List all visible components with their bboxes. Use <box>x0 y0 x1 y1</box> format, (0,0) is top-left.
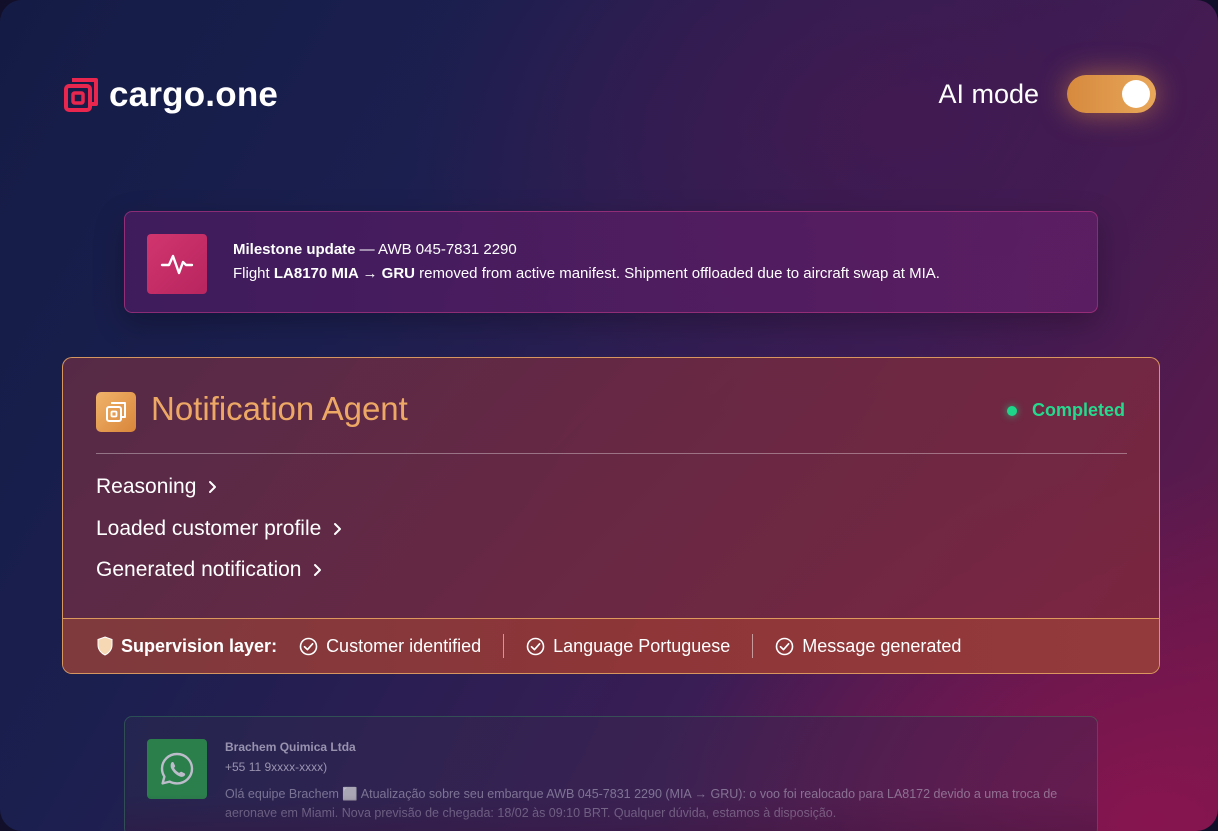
whatsapp-message-card: Brachem Quimica Ltda +55 11 9xxxx-xxxx) … <box>124 716 1098 831</box>
logo: cargo.one <box>62 75 278 115</box>
ai-mode-toggle[interactable] <box>1067 75 1156 113</box>
check-label: Message generated <box>802 635 962 656</box>
logo-text: cargo.one <box>109 75 279 114</box>
milestone-separator: — <box>355 241 379 258</box>
check-circle-icon <box>299 637 318 655</box>
separator <box>752 634 754 658</box>
divider <box>96 453 1127 454</box>
check-message-generated: Message generated <box>775 636 961 657</box>
shield-icon <box>97 636 113 656</box>
pulse-icon <box>147 234 207 294</box>
chevron-right-icon <box>334 523 342 535</box>
reasoning-label: Reasoning <box>96 475 197 498</box>
supervision-label: Supervision layer: <box>96 636 277 657</box>
milestone-suffix: removed from active manifest. Shipment o… <box>415 265 940 282</box>
customer-profile-label: Loaded customer profile <box>96 517 322 540</box>
generated-notification-row[interactable]: Generated notification <box>96 558 325 582</box>
cargo-one-logo-icon <box>64 78 98 112</box>
check-language: Language Portuguese <box>526 636 730 657</box>
agent-icon <box>96 392 136 432</box>
milestone-title: Milestone update <box>233 241 356 258</box>
milestone-awb: AWB 045-7831 2290 <box>378 241 517 258</box>
status-badge: Completed <box>1006 400 1125 421</box>
milestone-card: Milestone update — AWB 045-7831 2290 Fli… <box>124 211 1098 313</box>
check-circle-icon <box>526 637 545 655</box>
check-customer-identified: Customer identified <box>299 636 481 657</box>
toggle-knob <box>1122 80 1150 108</box>
milestone-heading: Milestone update — AWB 045-7831 2290 <box>233 241 517 258</box>
check-label: Customer identified <box>326 635 482 656</box>
status-dot <box>1006 405 1017 416</box>
chevron-right-icon <box>314 564 322 576</box>
generated-notification-label: Generated notification <box>96 558 302 581</box>
milestone-prefix: Flight <box>233 265 274 282</box>
check-label: Language Portuguese <box>553 635 731 656</box>
whatsapp-sender-name: Brachem Quimica Ltda <box>225 740 356 754</box>
reasoning-row[interactable]: Reasoning <box>96 475 220 499</box>
separator <box>503 634 505 658</box>
status-text: Completed <box>1031 400 1125 420</box>
ai-mode-label: AI mode <box>938 78 1039 109</box>
supervision-label-text: Supervision layer: <box>121 635 278 656</box>
supervision-bar: Supervision layer: Customer identified L… <box>63 618 1159 673</box>
whatsapp-sender-phone: +55 11 9xxxx-xxxx) <box>225 760 328 774</box>
app-frame: cargo.one AI mode Milestone update — AWB… <box>0 0 1218 831</box>
check-circle-icon <box>775 637 794 655</box>
agent-title: Notification Agent <box>151 390 408 427</box>
milestone-detail: Flight LA8170 MIA → GRU removed from act… <box>233 265 940 282</box>
notification-agent-card: Notification Agent Completed Reasoning L… <box>62 357 1160 674</box>
customer-profile-row[interactable]: Loaded customer profile <box>96 517 345 541</box>
ai-mode-control: AI mode <box>938 74 1156 114</box>
chevron-right-icon <box>209 481 217 493</box>
fade-overlay <box>125 795 1097 831</box>
milestone-flight: LA8170 MIA → GRU <box>273 265 415 282</box>
whatsapp-icon <box>147 739 207 799</box>
